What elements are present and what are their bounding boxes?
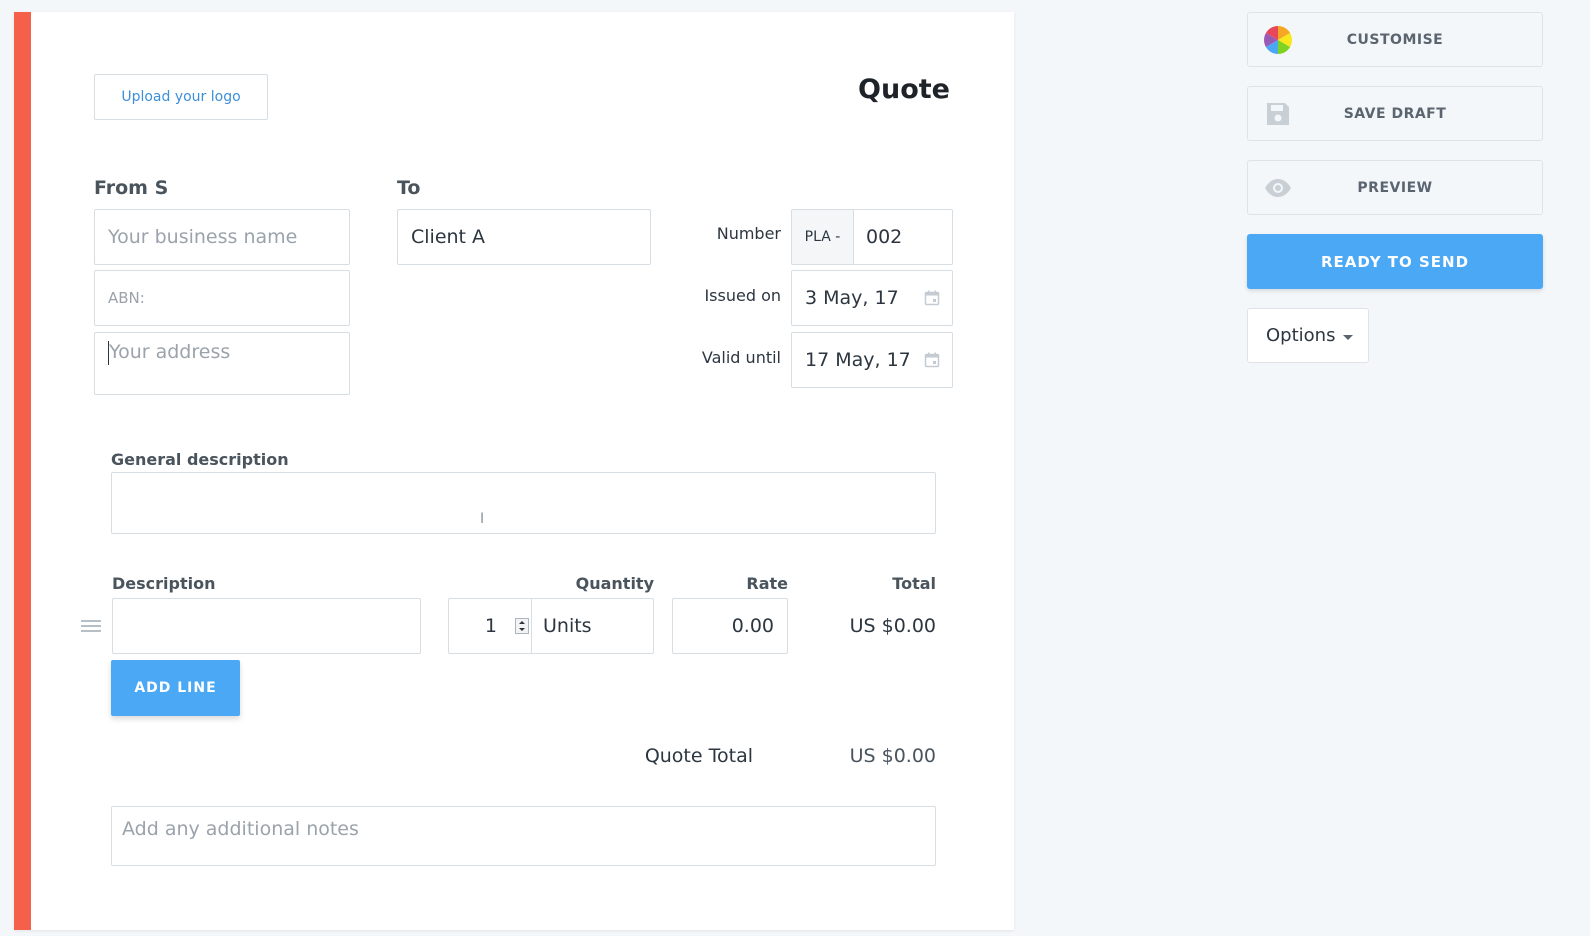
rate-value: 0.00 <box>731 615 774 637</box>
customise-button[interactable]: CUSTOMISE <box>1247 12 1543 67</box>
to-label: To <box>397 177 421 199</box>
preview-button[interactable]: PREVIEW <box>1247 160 1543 215</box>
general-description-field[interactable]: I <box>111 472 936 534</box>
issued-on-field[interactable]: 3 May, 17 <box>791 270 953 326</box>
column-header-total: Total <box>892 574 936 593</box>
quote-document: Upload your logo Quote From S Your busin… <box>14 12 1014 930</box>
calendar-icon[interactable] <box>924 352 940 368</box>
client-field[interactable]: Client A <box>397 209 651 265</box>
preview-label: PREVIEW <box>1357 179 1433 196</box>
client-value: Client A <box>411 226 486 248</box>
ready-to-send-label: READY TO SEND <box>1320 252 1470 271</box>
number-label: Number <box>716 224 781 243</box>
column-header-rate: Rate <box>746 574 788 593</box>
add-line-button[interactable]: ADD LINE <box>111 660 240 716</box>
issued-on-label: Issued on <box>704 286 781 305</box>
notes-placeholder: Add any additional notes <box>122 818 359 840</box>
drag-handle-icon[interactable] <box>81 618 101 634</box>
line-description-field[interactable] <box>112 598 421 654</box>
valid-until-value: 17 May, 17 <box>805 349 911 371</box>
general-description-label: General description <box>111 450 289 469</box>
customise-label: CUSTOMISE <box>1346 31 1444 48</box>
column-header-quantity: Quantity <box>575 574 654 593</box>
options-dropdown[interactable]: Options <box>1247 308 1369 363</box>
from-label: From S <box>94 177 169 199</box>
issued-on-value: 3 May, 17 <box>805 287 899 309</box>
number-prefix: PLA - <box>792 210 854 264</box>
notes-field[interactable]: Add any additional notes <box>111 806 936 866</box>
eye-icon <box>1265 178 1291 197</box>
number-field[interactable]: PLA - 002 <box>791 209 953 265</box>
column-header-description: Description <box>112 574 216 593</box>
address-field[interactable]: Your address <box>94 332 350 395</box>
quote-total-label: Quote Total <box>644 745 753 767</box>
unit-value[interactable]: Units <box>532 599 653 653</box>
abn-field[interactable]: ABN: <box>94 270 350 326</box>
business-name-field[interactable]: Your business name <box>94 209 350 265</box>
abn-placeholder: ABN: <box>108 289 145 307</box>
rate-field[interactable]: 0.00 <box>672 598 788 654</box>
upload-logo-button[interactable]: Upload your logo <box>94 74 268 120</box>
spinner-arrows-icon[interactable] <box>515 618 529 634</box>
save-draft-label: SAVE DRAFT <box>1343 105 1447 122</box>
calendar-icon[interactable] <box>924 290 940 306</box>
business-name-placeholder: Your business name <box>108 226 298 248</box>
line-total: US $0.00 <box>849 615 936 637</box>
quantity-input[interactable]: 1 <box>449 599 532 653</box>
valid-until-field[interactable]: 17 May, 17 <box>791 332 953 388</box>
color-wheel-icon <box>1264 25 1292 54</box>
text-cursor-icon: I <box>480 511 485 527</box>
address-placeholder: Your address <box>109 341 231 363</box>
ready-to-send-button[interactable]: READY TO SEND <box>1247 234 1543 289</box>
valid-until-label: Valid until <box>701 348 781 367</box>
document-title: Quote <box>858 74 950 105</box>
floppy-disk-icon <box>1267 102 1289 125</box>
options-label: Options <box>1266 325 1336 346</box>
number-value: 002 <box>866 226 903 248</box>
chevron-down-icon <box>1343 335 1353 340</box>
save-draft-button[interactable]: SAVE DRAFT <box>1247 86 1543 141</box>
quantity-value: 1 <box>484 615 497 637</box>
quote-total-value: US $0.00 <box>849 745 936 767</box>
quantity-stepper[interactable]: 1 Units <box>448 598 654 654</box>
